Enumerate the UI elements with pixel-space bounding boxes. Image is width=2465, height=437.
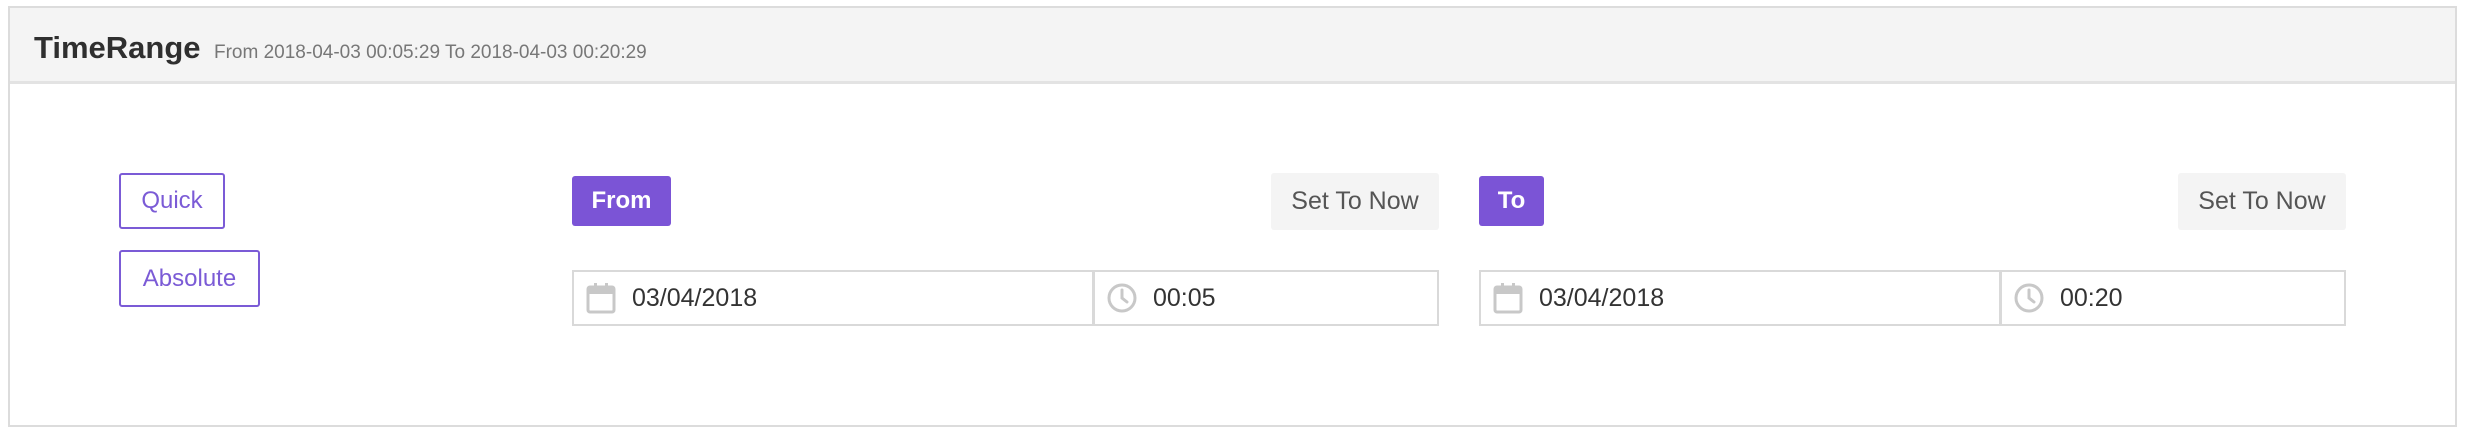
to-set-to-now-button[interactable]: Set To Now — [2178, 173, 2346, 230]
from-date-field[interactable]: 03/04/2018 — [572, 270, 1094, 326]
range-summary: From 2018-04-03 00:05:29 To 2018-04-03 0… — [214, 42, 647, 63]
from-date-value: 03/04/2018 — [632, 283, 758, 312]
calendar-icon — [584, 281, 618, 315]
to-time-value: 00:20 — [2060, 283, 2123, 312]
to-date-field[interactable]: 03/04/2018 — [1479, 270, 2001, 326]
from-set-to-now-button[interactable]: Set To Now — [1271, 173, 1439, 230]
quick-button[interactable]: Quick — [119, 173, 225, 229]
clock-icon — [1105, 281, 1139, 315]
from-time-value: 00:05 — [1153, 283, 1216, 312]
to-tag: To — [1479, 176, 1544, 226]
from-tag: From — [572, 176, 671, 226]
from-time-field[interactable]: 00:05 — [1093, 270, 1439, 326]
to-time-field[interactable]: 00:20 — [2000, 270, 2346, 326]
timerange-panel: TimeRange From 2018-04-03 00:05:29 To 20… — [8, 6, 2457, 427]
absolute-button[interactable]: Absolute — [119, 250, 260, 307]
to-date-value: 03/04/2018 — [1539, 283, 1665, 312]
calendar-icon — [1491, 281, 1525, 315]
panel-header: TimeRange From 2018-04-03 00:05:29 To 20… — [10, 8, 2455, 84]
panel-title: TimeRange — [34, 30, 201, 65]
clock-icon — [2012, 281, 2046, 315]
